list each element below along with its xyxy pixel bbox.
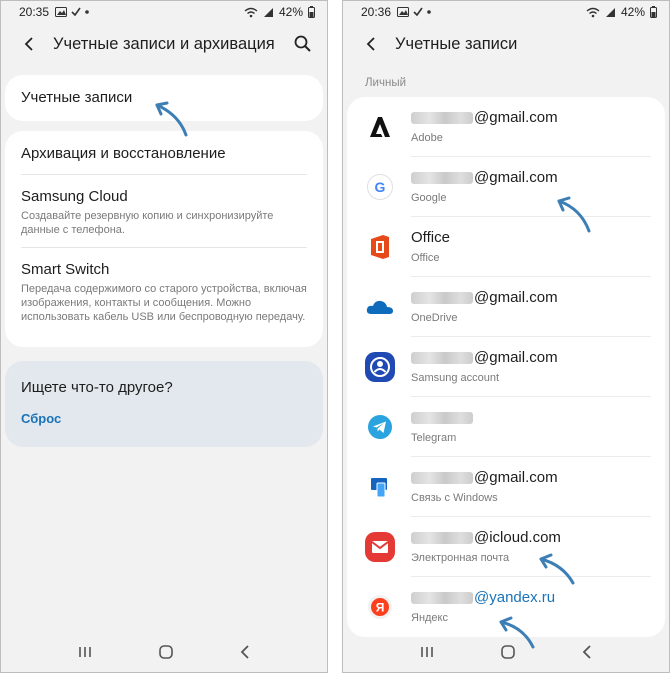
- check-icon: [71, 7, 81, 17]
- back-nav-icon[interactable]: [240, 645, 250, 659]
- account-item-email[interactable]: @icloud.com Электронная почта: [347, 517, 665, 577]
- status-time: 20:36: [361, 5, 392, 19]
- account-name: [411, 409, 474, 426]
- adobe-icon: [365, 112, 395, 142]
- samsung-cloud-menu-item[interactable]: Samsung Cloud Создавайте резервную копию…: [21, 188, 307, 237]
- pointer-arrow-annotation: [557, 196, 591, 233]
- app-toolbar: Учетные записи: [343, 23, 669, 65]
- page-title: Учетные записи: [395, 34, 518, 53]
- wifi-icon: [586, 7, 600, 17]
- back-nav-icon[interactable]: [582, 645, 592, 659]
- gallery-icon: [397, 7, 410, 17]
- account-item-office[interactable]: Office Office: [347, 217, 665, 277]
- recent-apps-icon[interactable]: [78, 646, 92, 658]
- battery-icon: [650, 6, 657, 18]
- back-arrow-icon[interactable]: [19, 34, 39, 54]
- home-icon[interactable]: [159, 645, 173, 659]
- notification-icons: [55, 7, 89, 17]
- samsung-account-icon: [365, 352, 395, 382]
- battery-level: 42%: [620, 5, 645, 19]
- signal-icon: [605, 7, 615, 17]
- navigation-bar: [1, 632, 327, 672]
- backup-settings-card: Архивация и восстановление Samsung Cloud…: [5, 131, 323, 347]
- backup-menu-item[interactable]: Архивация и восстановление: [21, 145, 226, 163]
- account-type: OneDrive: [411, 312, 458, 324]
- notification-icons: [397, 7, 431, 17]
- battery-icon: [308, 6, 315, 18]
- home-icon[interactable]: [501, 645, 515, 659]
- telegram-icon: [365, 412, 395, 442]
- account-item-telegram[interactable]: Telegram: [347, 397, 665, 457]
- more-dot-icon: [427, 10, 431, 14]
- account-type: Telegram: [411, 432, 457, 444]
- svg-text:Я: Я: [376, 601, 385, 615]
- app-toolbar: Учетные записи и архивация: [1, 23, 327, 65]
- svg-text:G: G: [375, 179, 386, 195]
- samsung-cloud-description: Создавайте резервную копию и синхронизир…: [21, 210, 274, 236]
- status-time: 20:35: [19, 5, 50, 19]
- back-arrow-icon[interactable]: [361, 34, 381, 54]
- pointer-arrow-annotation: [539, 553, 575, 585]
- search-icon[interactable]: [293, 34, 313, 54]
- account-item-google[interactable]: G @gmail.com Google: [347, 157, 665, 217]
- yandex-icon: Я: [365, 592, 395, 622]
- office-icon: [365, 232, 395, 262]
- account-name: @gmail.com: [411, 349, 558, 366]
- account-name: @gmail.com: [411, 289, 558, 306]
- smart-switch-menu-item[interactable]: Smart Switch Передача содержимого со ста…: [21, 261, 307, 324]
- gallery-icon: [55, 7, 68, 17]
- divider: [21, 247, 307, 248]
- recent-apps-icon[interactable]: [420, 646, 434, 658]
- accounts-label: Учетные записи: [21, 89, 133, 106]
- accounts-list-card: @gmail.com Adobe G @gmail.com Google Off…: [347, 97, 665, 637]
- divider: [21, 174, 307, 175]
- email-icon: [365, 532, 395, 562]
- onedrive-icon: [365, 292, 395, 322]
- account-type: Электронная почта: [411, 552, 510, 564]
- reset-link[interactable]: Сброс: [21, 411, 61, 426]
- suggestion-card: Ищете что-то другое? Сброс: [5, 361, 323, 447]
- samsung-cloud-title: Samsung Cloud: [21, 188, 128, 205]
- google-icon: G: [365, 172, 395, 202]
- windows-link-icon: [365, 472, 395, 502]
- account-name: @gmail.com: [411, 109, 558, 126]
- account-type: Яндекс: [411, 612, 448, 624]
- left-phone-screen: 20:35 42% Учетные записи и архивация Уче…: [0, 0, 328, 673]
- smart-switch-title: Smart Switch: [21, 261, 110, 278]
- account-item-windows-link[interactable]: @gmail.com Связь с Windows: [347, 457, 665, 517]
- battery-level: 42%: [278, 5, 303, 19]
- more-dot-icon: [85, 10, 89, 14]
- account-type: Adobe: [411, 132, 443, 144]
- account-type: Google: [411, 192, 447, 204]
- status-bar: 20:35 42%: [1, 1, 327, 23]
- suggestion-title: Ищете что-то другое?: [21, 379, 173, 396]
- account-name: Office: [411, 229, 450, 246]
- account-item-samsung[interactable]: @gmail.com Samsung account: [347, 337, 665, 397]
- check-icon: [413, 7, 423, 17]
- navigation-bar: [343, 632, 669, 672]
- account-name: @yandex.ru: [411, 589, 555, 606]
- account-name: @icloud.com: [411, 529, 561, 546]
- wifi-icon: [244, 7, 258, 17]
- account-type: Samsung account: [411, 372, 500, 384]
- account-item-adobe[interactable]: @gmail.com Adobe: [347, 97, 665, 157]
- right-phone-screen: 20:36 42% Учетные записи Личный @gmail.c…: [342, 0, 670, 673]
- pointer-arrow-annotation: [155, 101, 188, 137]
- account-name: @gmail.com: [411, 169, 558, 186]
- backup-label: Архивация и восстановление: [21, 145, 226, 162]
- account-item-onedrive[interactable]: @gmail.com OneDrive: [347, 277, 665, 337]
- account-name: @gmail.com: [411, 469, 558, 486]
- page-title: Учетные записи и архивация: [53, 34, 275, 53]
- account-type: Office: [411, 252, 440, 264]
- signal-icon: [263, 7, 273, 17]
- account-type: Связь с Windows: [411, 492, 498, 504]
- smart-switch-description: Передача содержимого со старого устройст…: [21, 283, 307, 323]
- section-header-personal: Личный: [365, 77, 407, 89]
- status-bar: 20:36 42%: [343, 1, 669, 23]
